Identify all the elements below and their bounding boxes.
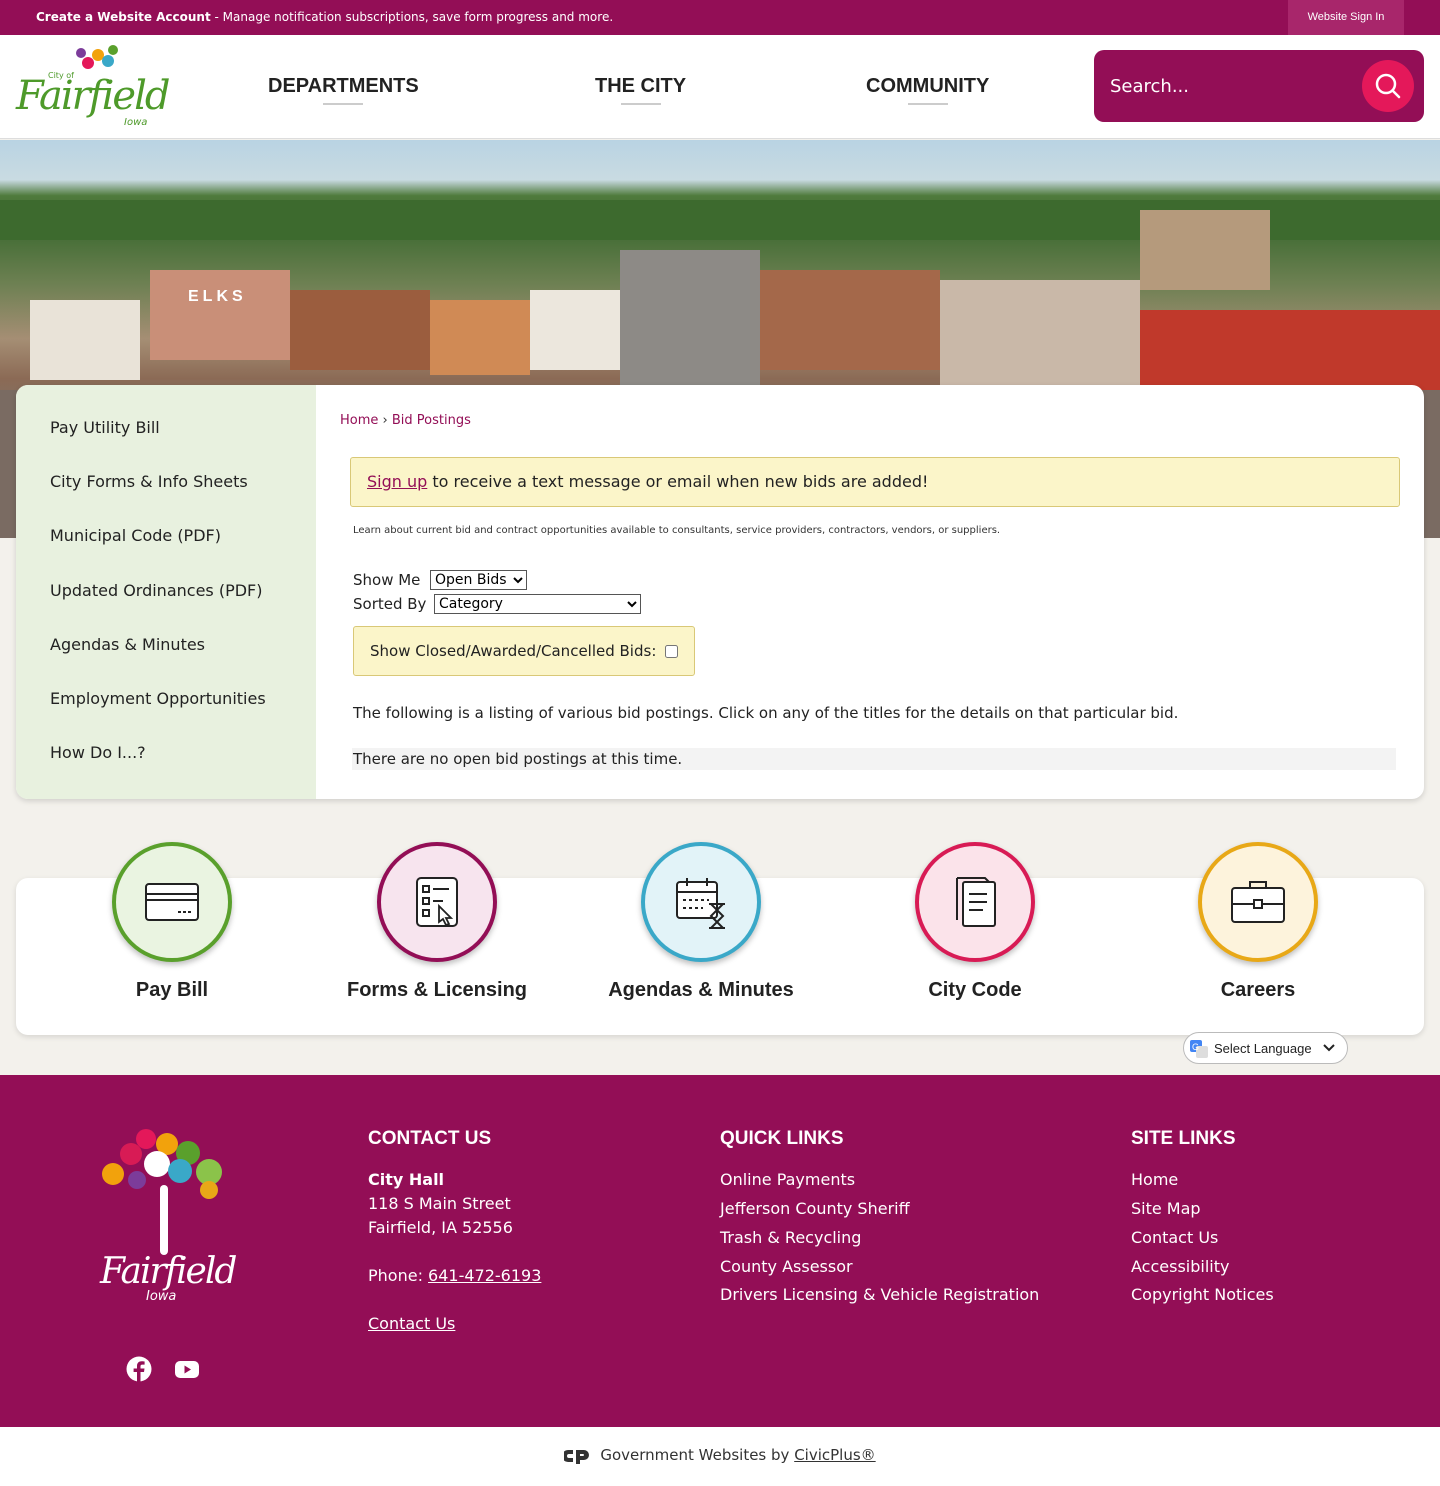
closed-bids-filter: Show Closed/Awarded/Cancelled Bids:: [353, 626, 695, 676]
civicplus-credit: Government Websites by CivicPlus®: [0, 1427, 1440, 1486]
breadcrumb: Home › Bid Postings: [340, 413, 471, 428]
svg-text:G: G: [1192, 1042, 1199, 1052]
site-footer: Fairfield Iowa CONTACT US City Hall 118 …: [0, 1075, 1440, 1427]
sidebar-item-municipal-code[interactable]: Municipal Code (PDF): [50, 526, 221, 545]
account-message: Create a Website Account - Manage notifi…: [36, 10, 613, 24]
tile-circle: [1198, 842, 1318, 962]
credit-card-icon: [145, 883, 199, 921]
nav-the-city[interactable]: THE CITY: [595, 75, 686, 105]
tile-label: Forms & Licensing: [346, 979, 528, 1001]
content-card: Pay Utility Bill City Forms & Info Sheet…: [16, 385, 1424, 799]
tile-circle: [915, 842, 1035, 962]
sidebar-item-how-do-i[interactable]: How Do I...?: [50, 743, 146, 762]
footer-contact-us-link[interactable]: Contact Us: [368, 1314, 455, 1333]
site-link-accessibility[interactable]: Accessibility: [1131, 1257, 1229, 1276]
tile-circle: [112, 842, 232, 962]
document-icon: [956, 877, 996, 927]
facebook-link[interactable]: [126, 1356, 152, 1382]
sorted-by-label: Sorted By: [353, 595, 427, 613]
nav-departments[interactable]: DEPARTMENTS: [268, 75, 419, 105]
site-header: City of Fairfield Iowa DEPARTMENTS THE C…: [0, 35, 1440, 139]
contact-city: Fairfield, IA 52556: [368, 1218, 513, 1237]
logo-wordmark: Fairfield: [16, 73, 170, 119]
quick-link-drivers-licensing[interactable]: Drivers Licensing & Vehicle Registration: [720, 1285, 1039, 1304]
chevron-down-icon: [1323, 1044, 1335, 1052]
quick-links-heading: QUICK LINKS: [720, 1128, 844, 1149]
quick-link-trash[interactable]: Trash & Recycling: [720, 1228, 861, 1247]
footer-logo[interactable]: Fairfield Iowa: [100, 1129, 237, 1309]
site-link-copyright[interactable]: Copyright Notices: [1131, 1285, 1274, 1304]
closed-bids-label: Show Closed/Awarded/Cancelled Bids:: [370, 642, 657, 660]
youtube-icon: [175, 1361, 199, 1378]
site-links-heading: SITE LINKS: [1131, 1128, 1236, 1149]
tile-label: Careers: [1220, 979, 1296, 1001]
contact-street: 118 S Main Street: [368, 1194, 511, 1213]
footer-logo-state: Iowa: [146, 1289, 177, 1304]
quick-link-assessor[interactable]: County Assessor: [720, 1257, 853, 1276]
notify-alert: Sign up to receive a text message or ema…: [350, 457, 1400, 507]
search-icon: [1375, 73, 1401, 99]
phone-label: Phone:: [368, 1266, 429, 1285]
sidebar-item-updated-ordinances[interactable]: Updated Ordinances (PDF): [50, 581, 262, 600]
nav-community[interactable]: COMMUNITY: [866, 75, 989, 105]
sidebar-item-city-forms[interactable]: City Forms & Info Sheets: [50, 472, 248, 491]
tile-label: Pay Bill: [135, 979, 209, 1001]
quick-link-sheriff[interactable]: Jefferson County Sheriff: [720, 1199, 910, 1218]
search-box: [1094, 50, 1424, 122]
intro-text: Learn about current bid and contract opp…: [353, 525, 1001, 536]
sidebar-item-employment[interactable]: Employment Opportunities: [50, 689, 266, 708]
civicplus-logo-icon: [562, 1450, 590, 1464]
side-navigation: Pay Utility Bill City Forms & Info Sheet…: [16, 385, 316, 799]
calendar-hourglass-icon: [676, 878, 725, 929]
phone-link[interactable]: 641-472-6193: [428, 1266, 541, 1285]
tile-label: Agendas & Minutes: [608, 979, 794, 1001]
logo-state: Iowa: [124, 117, 148, 128]
show-me-select[interactable]: Open Bids: [430, 570, 527, 590]
footer-logo-wordmark: Fairfield: [100, 1251, 237, 1292]
hero-sign: ELKS: [188, 288, 247, 305]
contact-phone: Phone: 641-472-6193: [368, 1266, 541, 1285]
site-link-site-map[interactable]: Site Map: [1131, 1199, 1201, 1218]
site-link-home[interactable]: Home: [1131, 1170, 1178, 1189]
quick-link-online-payments[interactable]: Online Payments: [720, 1170, 855, 1189]
contact-heading: CONTACT US: [368, 1128, 492, 1149]
site-logo[interactable]: City of Fairfield Iowa: [16, 45, 170, 129]
search-input[interactable]: [1110, 72, 1340, 100]
sign-in-button[interactable]: Website Sign In: [1288, 0, 1404, 35]
tile-circle: [641, 842, 761, 962]
closed-bids-checkbox[interactable]: [665, 645, 678, 658]
sorted-by-select[interactable]: Category: [434, 594, 641, 614]
show-me-label: Show Me: [353, 571, 421, 589]
breadcrumb-home[interactable]: Home: [340, 413, 378, 428]
account-message-text: - Manage notification subscriptions, sav…: [210, 10, 614, 24]
sidebar-item-pay-utility-bill[interactable]: Pay Utility Bill: [50, 418, 160, 437]
sign-up-link[interactable]: Sign up: [367, 472, 427, 491]
search-button[interactable]: [1362, 60, 1414, 112]
top-bar: Create a Website Account - Manage notifi…: [0, 0, 1440, 35]
facebook-icon: [126, 1356, 152, 1382]
google-translate-icon: G: [1190, 1040, 1208, 1058]
alert-text: to receive a text message or email when …: [427, 472, 929, 491]
language-select-label: Select Language: [1214, 1041, 1312, 1056]
briefcase-icon: [1231, 881, 1285, 923]
contact-name: City Hall: [368, 1170, 445, 1189]
language-select[interactable]: G Select Language: [1183, 1032, 1348, 1064]
tile-circle: [377, 842, 497, 962]
no-bids-message: There are no open bid postings at this t…: [352, 748, 1396, 770]
credit-prefix: Government Websites by: [600, 1446, 795, 1464]
breadcrumb-current[interactable]: Bid Postings: [392, 413, 471, 428]
youtube-link[interactable]: [174, 1356, 200, 1382]
breadcrumb-separator: ›: [382, 413, 388, 428]
civicplus-link[interactable]: CivicPlus®: [794, 1446, 875, 1464]
create-account-link[interactable]: Create a Website Account: [36, 10, 211, 24]
listing-description: The following is a listing of various bi…: [353, 704, 1179, 722]
site-link-contact-us[interactable]: Contact Us: [1131, 1228, 1218, 1247]
sidebar-item-agendas-minutes[interactable]: Agendas & Minutes: [50, 635, 205, 654]
form-checklist-icon: [416, 877, 458, 927]
tile-label: City Code: [928, 979, 1022, 1001]
